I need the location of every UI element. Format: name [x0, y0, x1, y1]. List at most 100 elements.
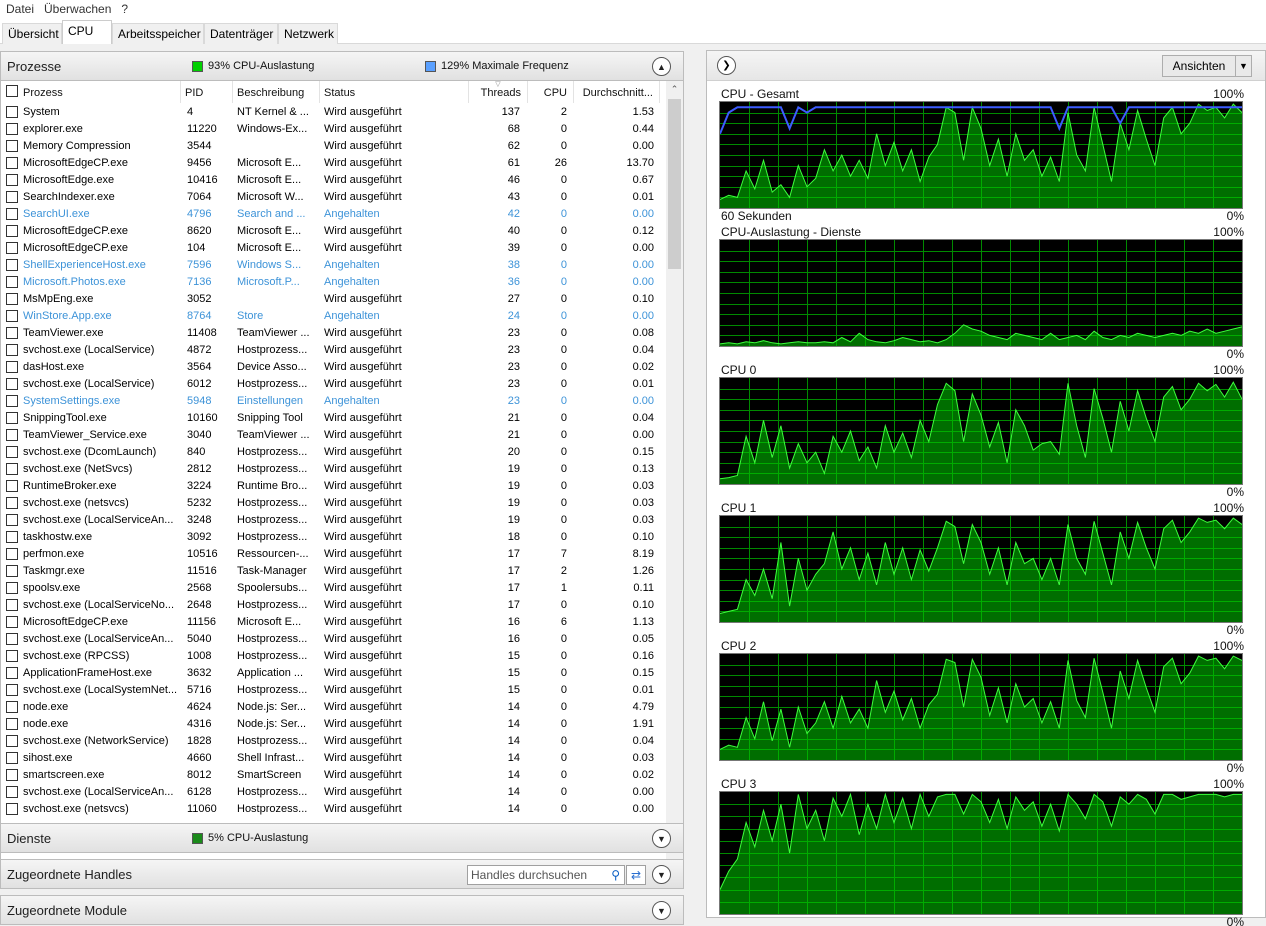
table-row[interactable]: SnippingTool.exe 10160 Snipping Tool Wird a…	[1, 410, 667, 427]
column-beschreibung[interactable]: Beschreibung	[233, 81, 320, 103]
row-checkbox[interactable]	[6, 276, 18, 288]
scroll-up-icon[interactable]: ⌃	[666, 81, 683, 98]
table-row[interactable]: TeamViewer_Service.exe 3040 TeamViewer ...…	[1, 427, 667, 444]
tab-cpu[interactable]: CPU	[62, 20, 112, 44]
row-checkbox[interactable]	[6, 412, 18, 424]
row-checkbox[interactable]	[6, 514, 18, 526]
table-row[interactable]: taskhostw.exe 3092 Hostprozess... Wird ausg…	[1, 529, 667, 546]
tab-uebersicht[interactable]: Übersicht	[2, 23, 62, 44]
table-row[interactable]: svchost.exe (netsvcs) 11060 Hostprozess...…	[1, 801, 667, 818]
table-row[interactable]: ShellExperienceHost.exe 7596 Windows S... A…	[1, 257, 667, 274]
row-checkbox[interactable]	[6, 803, 18, 815]
table-row[interactable]: MicrosoftEdge.exe 10416 Microsoft E... Wird…	[1, 172, 667, 189]
row-checkbox[interactable]	[6, 106, 18, 118]
row-checkbox[interactable]	[6, 565, 18, 577]
column-cpu[interactable]: CPU	[528, 81, 574, 103]
row-checkbox[interactable]	[6, 310, 18, 322]
table-row[interactable]: explorer.exe 11220 Windows-Ex... Wird ausge…	[1, 121, 667, 138]
row-checkbox[interactable]	[6, 531, 18, 543]
row-checkbox[interactable]	[6, 140, 18, 152]
row-checkbox[interactable]	[6, 616, 18, 628]
table-row[interactable]: smartscreen.exe 8012 SmartScreen Wird ausge…	[1, 767, 667, 784]
table-row[interactable]: RuntimeBroker.exe 3224 Runtime Bro... Wird …	[1, 478, 667, 495]
column-threads[interactable]: ▽ Threads	[469, 81, 528, 103]
table-row[interactable]: MicrosoftEdgeCP.exe 11156 Microsoft E... Wi…	[1, 614, 667, 631]
row-checkbox[interactable]	[6, 174, 18, 186]
row-checkbox[interactable]	[6, 599, 18, 611]
column-status[interactable]: Status	[320, 81, 469, 103]
table-row[interactable]: svchost.exe (LocalService) 6012 Hostprozes…	[1, 376, 667, 393]
menu-ueberwachen[interactable]: Überwachen	[42, 2, 119, 16]
table-row[interactable]: svchost.exe (RPCSS) 1008 Hostprozess... Wir…	[1, 648, 667, 665]
table-row[interactable]: MicrosoftEdgeCP.exe 9456 Microsoft E... Wir…	[1, 155, 667, 172]
row-checkbox[interactable]	[6, 633, 18, 645]
row-checkbox[interactable]	[6, 208, 18, 220]
table-row[interactable]: MsMpEng.exe 3052 Wird ausgeführt 27 0 0.10	[1, 291, 667, 308]
services-header[interactable]: Dienste 5% CPU-Auslastung ▼	[0, 823, 684, 853]
row-checkbox[interactable]	[6, 667, 18, 679]
views-dropdown-icon[interactable]: ▼	[1235, 55, 1252, 77]
table-row[interactable]: node.exe 4316 Node.js: Ser... Wird ausgefüh…	[1, 716, 667, 733]
row-checkbox[interactable]	[6, 769, 18, 781]
row-checkbox[interactable]	[6, 242, 18, 254]
chevron-up-icon[interactable]: ▲	[652, 57, 671, 76]
row-checkbox[interactable]	[6, 650, 18, 662]
modules-header[interactable]: Zugeordnete Module ▼	[0, 895, 684, 925]
row-checkbox[interactable]	[6, 327, 18, 339]
views-button[interactable]: Ansichten	[1162, 55, 1236, 77]
row-checkbox[interactable]	[6, 191, 18, 203]
scroll-thumb[interactable]	[668, 99, 681, 269]
row-checkbox[interactable]	[6, 225, 18, 237]
table-row[interactable]: MicrosoftEdgeCP.exe 104 Microsoft E... Wird…	[1, 240, 667, 257]
row-checkbox[interactable]	[6, 157, 18, 169]
row-checkbox[interactable]	[6, 378, 18, 390]
table-row[interactable]: svchost.exe (NetSvcs) 2812 Hostprozess... W…	[1, 461, 667, 478]
row-checkbox[interactable]	[6, 123, 18, 135]
processes-header[interactable]: Prozesse 93% CPU-Auslastung 129% Maximal…	[0, 51, 684, 81]
row-checkbox[interactable]	[6, 446, 18, 458]
table-row[interactable]: svchost.exe (LocalServiceNo... 2648 Hostpr…	[1, 597, 667, 614]
row-checkbox[interactable]	[6, 684, 18, 696]
row-checkbox[interactable]	[6, 429, 18, 441]
table-row[interactable]: svchost.exe (LocalServiceAn... 6128 Hostpr…	[1, 784, 667, 801]
table-row[interactable]: dasHost.exe 3564 Device Asso... Wird ausgef…	[1, 359, 667, 376]
table-row[interactable]: svchost.exe (LocalSystemNet... 5716 Hostpr…	[1, 682, 667, 699]
table-row[interactable]: ApplicationFrameHost.exe 3632 Application …	[1, 665, 667, 682]
handles-header[interactable]: Zugeordnete Handles Handles durchsuchen …	[0, 859, 684, 889]
table-row[interactable]: MicrosoftEdgeCP.exe 8620 Microsoft E... Wir…	[1, 223, 667, 240]
tab-netzwerk[interactable]: Netzwerk	[278, 23, 338, 44]
table-row[interactable]: Memory Compression 3544 Wird ausgeführt 62 0…	[1, 138, 667, 155]
table-row[interactable]: svchost.exe (DcomLaunch) 840 Hostprozess..…	[1, 444, 667, 461]
row-checkbox[interactable]	[6, 497, 18, 509]
chevron-down-icon[interactable]: ▼	[652, 901, 671, 920]
row-checkbox[interactable]	[6, 701, 18, 713]
row-checkbox[interactable]	[6, 395, 18, 407]
table-row[interactable]: TeamViewer.exe 11408 TeamViewer ... Wird au…	[1, 325, 667, 342]
table-row[interactable]: spoolsv.exe 2568 Spoolersubs... Wird ausgef…	[1, 580, 667, 597]
column-prozess[interactable]: Prozess	[1, 81, 181, 103]
row-checkbox[interactable]	[6, 361, 18, 373]
table-row[interactable]: Taskmgr.exe 11516 Task-Manager Wird ausgefü…	[1, 563, 667, 580]
tab-arbeitsspeicher[interactable]: Arbeitsspeicher	[112, 23, 204, 44]
select-all-checkbox[interactable]	[6, 85, 18, 97]
table-row[interactable]: WinStore.App.exe 8764 Store Angehalten 24 0 0.…	[1, 308, 667, 325]
table-row[interactable]: System 4 NT Kernel & ... Wird ausgeführt 137…	[1, 104, 667, 121]
table-row[interactable]: svchost.exe (LocalServiceAn... 3248 Hostpr…	[1, 512, 667, 529]
table-row[interactable]: svchost.exe (netsvcs) 5232 Hostprozess... W…	[1, 495, 667, 512]
row-checkbox[interactable]	[6, 463, 18, 475]
table-row[interactable]: Microsoft.Photos.exe 7136 Microsoft.P... An…	[1, 274, 667, 291]
row-checkbox[interactable]	[6, 752, 18, 764]
handles-search-input[interactable]: Handles durchsuchen ⚲	[467, 865, 625, 885]
menu-datei[interactable]: Datei	[4, 2, 42, 16]
row-checkbox[interactable]	[6, 293, 18, 305]
search-icon[interactable]: ⚲	[611, 868, 620, 882]
table-row[interactable]: perfmon.exe 10516 Ressourcen-... Wird ausge…	[1, 546, 667, 563]
column-durchschnitt[interactable]: Durchschnitt...	[574, 81, 660, 103]
row-checkbox[interactable]	[6, 735, 18, 747]
table-scrollbar[interactable]: ⌃ ⌄	[666, 81, 683, 867]
row-checkbox[interactable]	[6, 480, 18, 492]
column-pid[interactable]: PID	[181, 81, 233, 103]
table-row[interactable]: node.exe 4624 Node.js: Ser... Wird ausgefüh…	[1, 699, 667, 716]
table-row[interactable]: SearchUI.exe 4796 Search and ... Angehalten…	[1, 206, 667, 223]
table-row[interactable]: SystemSettings.exe 5948 Einstellungen Angeh…	[1, 393, 667, 410]
